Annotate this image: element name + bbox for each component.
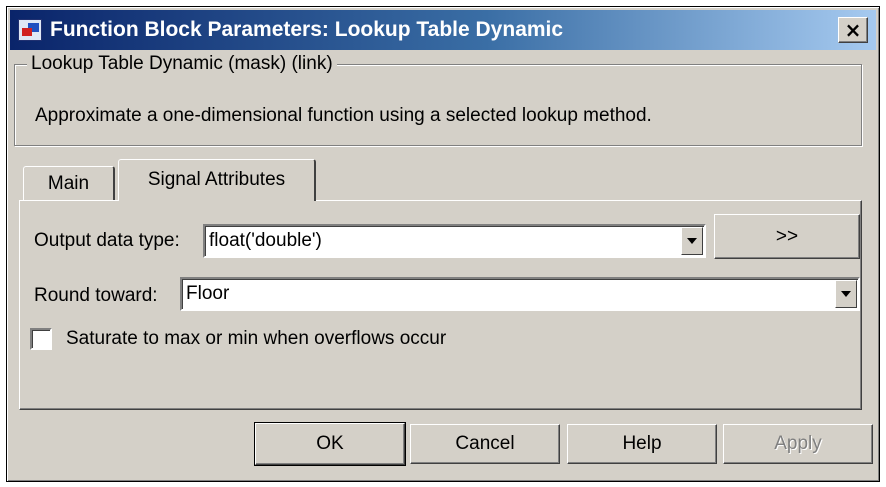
- round-toward-value[interactable]: Floor: [186, 283, 229, 305]
- round-toward-dropdown-button[interactable]: [835, 280, 857, 308]
- apply-button[interactable]: Apply: [723, 424, 873, 464]
- output-data-type-label: Output data type:: [34, 230, 180, 251]
- simulink-block-icon: [18, 19, 42, 41]
- close-button[interactable]: ×: [838, 17, 868, 43]
- saturate-label[interactable]: Saturate to max or min when overflows oc…: [66, 328, 446, 350]
- tab-signal-attributes[interactable]: Signal Attributes: [118, 159, 316, 201]
- output-data-type-dropdown-button[interactable]: [681, 227, 703, 255]
- data-type-assistant-button[interactable]: >>: [714, 214, 860, 259]
- mask-description-group: Lookup Table Dynamic (mask) (link) Appro…: [14, 53, 862, 146]
- output-data-type-combo[interactable]: float('double'): [203, 224, 706, 258]
- ok-button[interactable]: OK: [254, 422, 406, 466]
- title-bar[interactable]: Function Block Parameters: Lookup Table …: [10, 10, 876, 50]
- cancel-button[interactable]: Cancel: [410, 424, 560, 464]
- round-toward-combo[interactable]: Floor: [180, 277, 860, 311]
- block-description: Approximate a one-dimensional function u…: [35, 105, 652, 126]
- help-button[interactable]: Help: [567, 424, 717, 464]
- window-title: Function Block Parameters: Lookup Table …: [50, 18, 564, 41]
- round-toward-label: Round toward:: [34, 285, 158, 306]
- saturate-checkbox[interactable]: [30, 328, 52, 350]
- output-data-type-value[interactable]: float('double'): [209, 230, 322, 252]
- group-legend: Lookup Table Dynamic (mask) (link): [27, 53, 337, 75]
- tab-main[interactable]: Main: [23, 166, 115, 200]
- chevron-down-icon: [687, 238, 697, 244]
- chevron-down-icon: [841, 291, 851, 297]
